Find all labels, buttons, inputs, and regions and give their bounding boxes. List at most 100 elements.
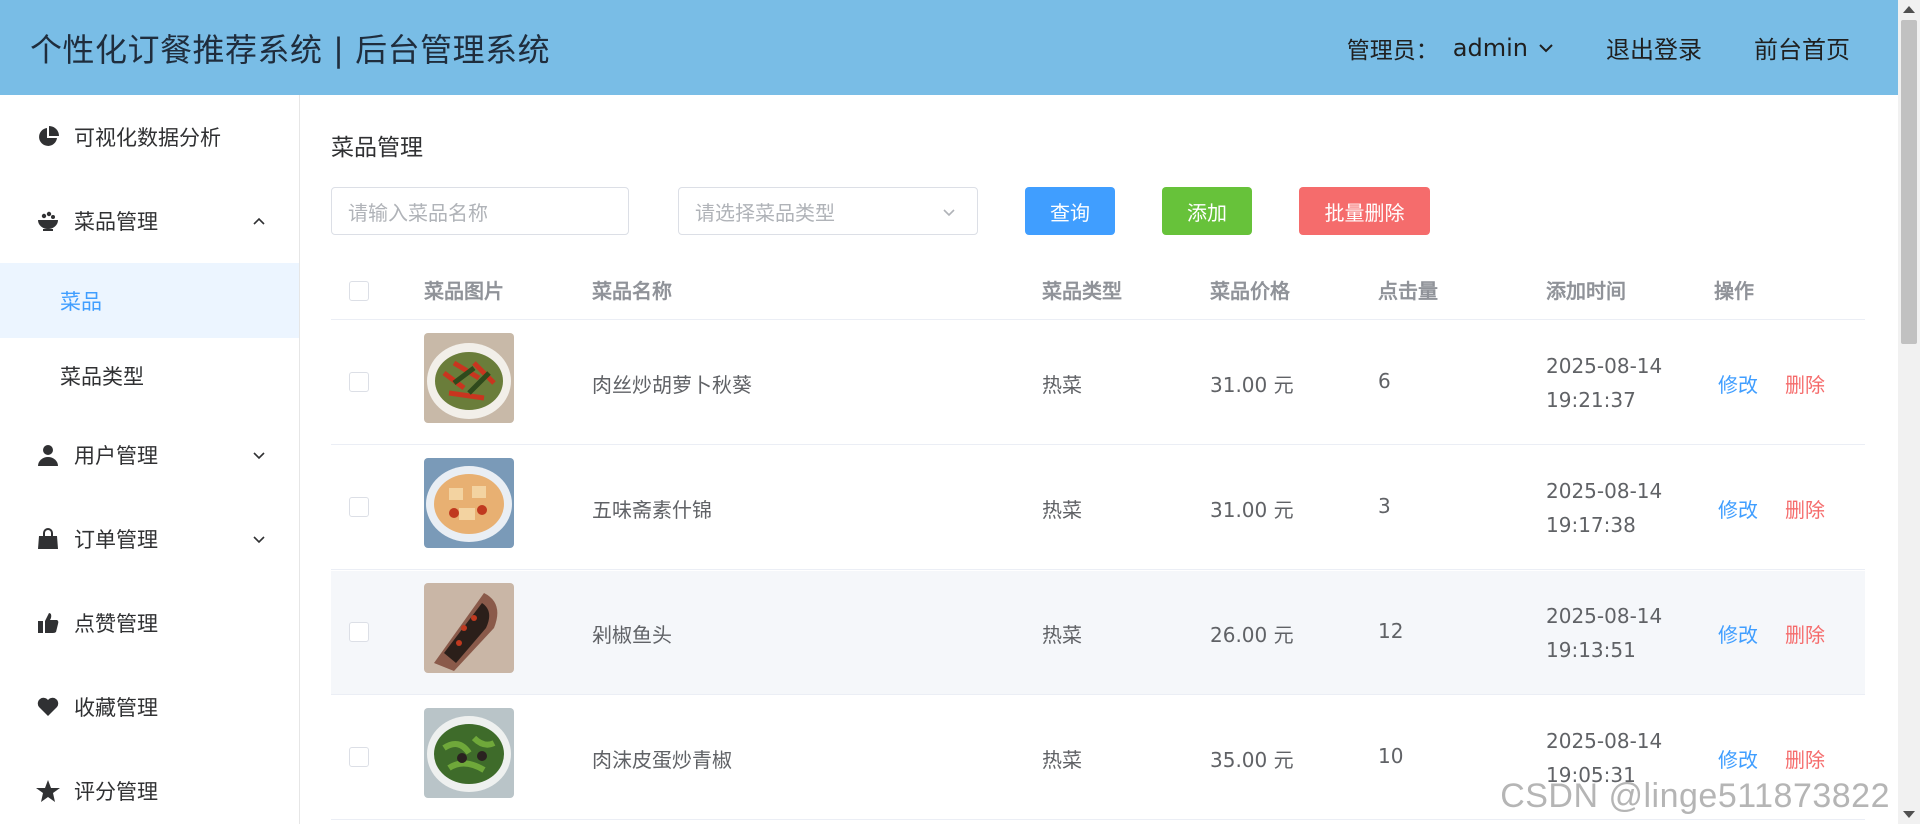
dish-added-time: 2025-08-14 19:21:37 — [1546, 349, 1662, 417]
table-header: 菜品图片 菜品名称 菜品类型 菜品价格 点击量 添加时间 操作 — [331, 262, 1865, 320]
star-icon — [36, 779, 60, 803]
dish-image — [424, 583, 514, 673]
bag-icon — [36, 527, 60, 551]
dish-clicks: 3 — [1378, 494, 1391, 518]
scroll-up-icon[interactable] — [1903, 6, 1915, 13]
dish-name: 剁椒鱼头 — [592, 623, 672, 647]
time-text: 19:21:37 — [1546, 388, 1636, 412]
table-row: 五味斋素什锦 热菜 31.00 元 3 2025-08-14 19:17:38 修… — [331, 446, 1865, 570]
date-text: 2025-08-14 — [1546, 729, 1663, 753]
edit-button[interactable]: 修改 — [1718, 619, 1758, 648]
row-checkbox[interactable] — [349, 747, 369, 767]
heart-icon — [36, 695, 60, 719]
chevron-down-icon[interactable] — [1536, 38, 1556, 58]
dish-image — [424, 708, 514, 798]
date-text: 2025-08-14 — [1546, 604, 1663, 628]
page-title: 菜品管理 — [331, 135, 423, 161]
delete-button[interactable]: 删除 — [1785, 369, 1825, 398]
search-toolbar: 请输入菜品名称 请选择菜品类型 查询 添加 批量删除 — [331, 187, 1531, 235]
sidebar-subitem-dish[interactable]: 菜品 — [0, 263, 299, 338]
dish-price: 31.00 元 — [1210, 498, 1294, 522]
top-header: 个性化订餐推荐系统 | 后台管理系统 管理员： admin 退出登录 前台首页 — [0, 0, 1898, 95]
sidebar-item-favorite-management[interactable]: 收藏管理 — [0, 665, 299, 749]
sidebar-subitem-dish-type[interactable]: 菜品类型 — [0, 338, 299, 413]
date-text: 2025-08-14 — [1546, 354, 1663, 378]
time-text: 19:13:51 — [1546, 638, 1636, 662]
query-button[interactable]: 查询 — [1025, 187, 1115, 235]
chevron-down-icon — [943, 209, 955, 217]
frontend-home-link[interactable]: 前台首页 — [1754, 30, 1850, 65]
dish-name: 五味斋素什锦 — [592, 498, 712, 522]
add-button[interactable]: 添加 — [1162, 187, 1252, 235]
table-row: 肉丝炒胡萝卜秋葵 热菜 31.00 元 6 2025-08-14 19:21:37… — [331, 321, 1865, 445]
edit-button[interactable]: 修改 — [1718, 744, 1758, 773]
delete-button[interactable]: 删除 — [1785, 619, 1825, 648]
watermark: CSDN @linge511873822 — [1500, 777, 1890, 815]
chevron-up-icon — [253, 217, 265, 225]
sidebar-item-user-management[interactable]: 用户管理 — [0, 413, 299, 497]
dish-price: 26.00 元 — [1210, 623, 1294, 647]
scrollbar-thumb[interactable] — [1901, 20, 1917, 344]
row-checkbox[interactable] — [349, 622, 369, 642]
scroll-down-icon[interactable] — [1903, 811, 1915, 818]
column-header: 菜品类型 — [1042, 279, 1122, 303]
system-title: 个性化订餐推荐系统 | 后台管理系统 — [30, 30, 551, 69]
sidebar-menu: 可视化数据分析 菜品管理 菜品 菜品类型 用户管理 订单管理 点赞管理 收藏管理 — [0, 95, 300, 824]
delete-button[interactable]: 删除 — [1785, 494, 1825, 523]
thumbs-up-icon — [36, 611, 60, 635]
dish-image — [424, 333, 514, 423]
sidebar-item-label: 订单管理 — [74, 528, 158, 552]
column-header: 添加时间 — [1546, 279, 1626, 303]
sidebar-item-data-analysis[interactable]: 可视化数据分析 — [0, 95, 299, 179]
sidebar-item-label: 收藏管理 — [74, 696, 158, 720]
select-all-checkbox[interactable] — [349, 281, 369, 301]
row-checkbox[interactable] — [349, 372, 369, 392]
edit-button[interactable]: 修改 — [1718, 369, 1758, 398]
sidebar-item-label: 点赞管理 — [74, 612, 158, 636]
dish-added-time: 2025-08-14 19:17:38 — [1546, 474, 1662, 542]
edit-button[interactable]: 修改 — [1718, 494, 1758, 523]
sidebar-item-dish-management[interactable]: 菜品管理 — [0, 179, 299, 263]
column-header: 菜品名称 — [592, 279, 672, 303]
dish-clicks: 12 — [1378, 619, 1404, 643]
row-checkbox[interactable] — [349, 497, 369, 517]
sidebar-item-label: 用户管理 — [74, 444, 158, 468]
dish-type: 热菜 — [1042, 748, 1082, 772]
admin-label: 管理员： — [1346, 37, 1439, 64]
dish-price: 35.00 元 — [1210, 748, 1294, 772]
sidebar-item-rating-management[interactable]: 评分管理 — [0, 749, 299, 824]
logout-link[interactable]: 退出登录 — [1606, 30, 1702, 65]
bulk-delete-button[interactable]: 批量删除 — [1299, 187, 1430, 235]
sidebar-item-label: 菜品管理 — [74, 210, 158, 234]
select-placeholder: 请选择菜品类型 — [695, 200, 835, 225]
delete-button[interactable]: 删除 — [1785, 744, 1825, 773]
dish-added-time: 2025-08-14 19:13:51 — [1546, 599, 1662, 667]
user-icon — [36, 443, 60, 467]
dish-image — [424, 458, 514, 548]
admin-dropdown[interactable]: admin — [1453, 34, 1528, 62]
dish-price: 31.00 元 — [1210, 373, 1294, 397]
chevron-down-icon — [253, 452, 265, 460]
pie-chart-icon — [36, 125, 60, 149]
time-text: 19:17:38 — [1546, 513, 1636, 537]
dish-clicks: 6 — [1378, 369, 1391, 393]
chevron-down-icon — [253, 536, 265, 544]
column-header: 操作 — [1714, 279, 1754, 303]
date-text: 2025-08-14 — [1546, 479, 1663, 503]
dish-type-select[interactable]: 请选择菜品类型 — [678, 187, 978, 235]
dish-clicks: 10 — [1378, 744, 1404, 768]
column-header: 菜品图片 — [424, 279, 504, 303]
page-scrollbar[interactable] — [1898, 0, 1920, 824]
dish-name-input[interactable]: 请输入菜品名称 — [331, 187, 629, 235]
sidebar-item-like-management[interactable]: 点赞管理 — [0, 581, 299, 665]
dish-type: 热菜 — [1042, 498, 1082, 522]
table-row: 剁椒鱼头 热菜 26.00 元 12 2025-08-14 19:13:51 修改… — [331, 571, 1865, 695]
sidebar-item-order-management[interactable]: 订单管理 — [0, 497, 299, 581]
dish-name: 肉沫皮蛋炒青椒 — [592, 748, 732, 772]
header-right: 管理员： admin 退出登录 前台首页 — [1347, 30, 1850, 65]
column-header: 点击量 — [1378, 279, 1438, 303]
sidebar-item-label: 可视化数据分析 — [74, 126, 221, 150]
bowl-icon — [36, 209, 60, 233]
dish-name: 肉丝炒胡萝卜秋葵 — [592, 373, 752, 397]
dish-type: 热菜 — [1042, 623, 1082, 647]
